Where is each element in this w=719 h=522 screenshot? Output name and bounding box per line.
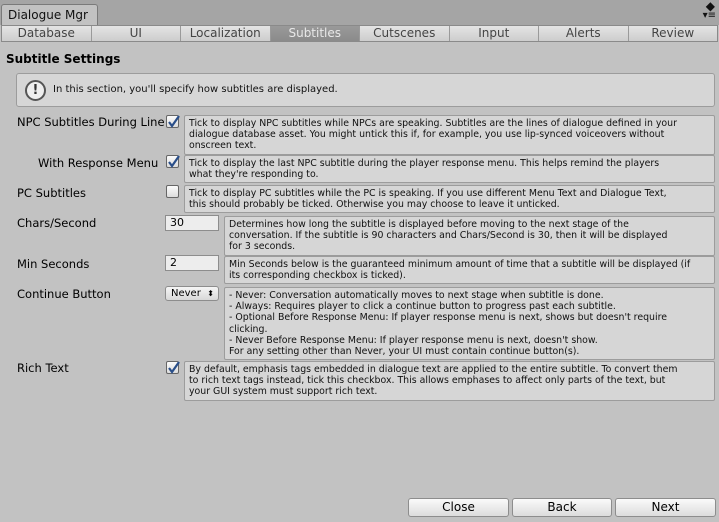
section-toolbar: Database UI Localization Subtitles Cutsc… <box>1 25 718 42</box>
help-line: dialogue database asset. You might untic… <box>189 129 665 141</box>
help-line: - Never Before Response Menu: If player … <box>229 334 598 346</box>
tab-input[interactable]: Input <box>449 26 539 41</box>
rich-text-checkbox[interactable] <box>166 361 180 374</box>
help-line: what they're responding to. <box>189 169 319 181</box>
next-button[interactable]: Next <box>615 498 716 517</box>
back-button[interactable]: Back <box>512 498 612 517</box>
checkmark-icon <box>168 115 180 128</box>
info-icon: ! <box>25 80 46 101</box>
help-line: For any setting other than Never, your U… <box>229 346 580 358</box>
info-text: In this section, you'll specify how subt… <box>53 84 338 95</box>
min-seconds-help: Min Seconds below is the guaranteed mini… <box>224 256 715 285</box>
help-line: - Optional Before Response Menu: If play… <box>229 312 667 324</box>
npc-subtitles-label: NPC Subtitles During Line <box>17 115 165 129</box>
continue-button-dropdown[interactable]: Never ⬍ <box>165 286 219 301</box>
with-response-menu-help: Tick to display the last NPC subtitle du… <box>184 155 715 184</box>
tab-localization[interactable]: Localization <box>181 26 271 41</box>
chars-per-second-label: Chars/Second <box>17 216 97 230</box>
min-seconds-input[interactable]: 2 <box>165 255 219 271</box>
min-seconds-label: Min Seconds <box>17 257 90 271</box>
pc-subtitles-label: PC Subtitles <box>17 186 86 200</box>
help-line: Determines how long the subtitle is disp… <box>229 219 629 230</box>
chars-per-second-input[interactable]: 30 <box>165 215 219 231</box>
pc-subtitles-checkbox[interactable] <box>166 185 179 198</box>
window-titlebar: Dialogue Mgr ◆ ▾≡ <box>0 0 719 25</box>
help-line: - Always: Requires player to click a con… <box>229 301 616 313</box>
tab-subtitles[interactable]: Subtitles <box>270 26 360 41</box>
tab-cutscenes[interactable]: Cutscenes <box>360 26 450 41</box>
help-line: conversation. If the subtitle is 90 char… <box>229 230 668 242</box>
tab-database[interactable]: Database <box>2 26 92 41</box>
help-line: to rich text tags instead, tick this che… <box>189 375 666 387</box>
section-title: Subtitle Settings <box>6 52 121 66</box>
window-tab[interactable]: Dialogue Mgr <box>1 4 98 25</box>
help-line: onscreen text. <box>189 140 257 152</box>
checkmark-icon <box>168 361 180 374</box>
tab-alerts[interactable]: Alerts <box>539 26 629 41</box>
continue-button-help: - Never: Conversation automatically move… <box>224 287 715 361</box>
help-line: - Never: Conversation automatically move… <box>229 290 604 301</box>
checkmark-icon <box>168 155 180 168</box>
continue-button-value: Never <box>171 288 201 299</box>
window-title: Dialogue Mgr <box>8 8 88 22</box>
chars-per-second-help: Determines how long the subtitle is disp… <box>224 216 715 256</box>
pc-subtitles-help: Tick to display PC subtitles while the P… <box>184 185 715 214</box>
rich-text-label: Rich Text <box>17 361 69 375</box>
help-line: Tick to display NPC subtitles while NPCs… <box>189 118 677 129</box>
info-box: ! In this section, you'll specify how su… <box>16 73 715 107</box>
menu-icon[interactable]: ▾≡ <box>703 11 716 21</box>
continue-button-label: Continue Button <box>17 287 111 301</box>
help-line: your GUI system must support rich text. <box>189 386 378 398</box>
help-line: for 3 seconds. <box>229 241 296 253</box>
help-line: Tick to display the last NPC subtitle du… <box>189 158 660 169</box>
tab-ui[interactable]: UI <box>91 26 181 41</box>
dropdown-arrow-icon: ⬍ <box>207 289 214 298</box>
help-line: this should probably be ticked. Otherwis… <box>189 199 560 211</box>
npc-subtitles-checkbox[interactable] <box>166 115 180 128</box>
tab-review[interactable]: Review <box>628 26 717 41</box>
help-line: Min Seconds below is the guaranteed mini… <box>229 259 691 270</box>
rich-text-help: By default, emphasis tags embedded in di… <box>184 361 715 401</box>
help-line: By default, emphasis tags embedded in di… <box>189 364 678 375</box>
npc-subtitles-help: Tick to display NPC subtitles while NPCs… <box>184 115 715 155</box>
with-response-menu-label: With Response Menu <box>38 156 159 170</box>
with-response-menu-checkbox[interactable] <box>166 155 180 168</box>
help-line: Tick to display PC subtitles while the P… <box>189 188 667 199</box>
help-line: clicking. <box>229 323 268 335</box>
help-line: its corresponding checkbox is ticked). <box>229 270 406 282</box>
close-button[interactable]: Close <box>408 498 509 517</box>
